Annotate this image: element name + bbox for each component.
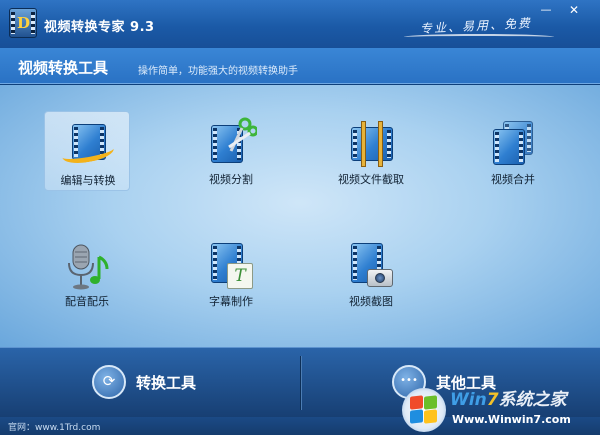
tool-edit-convert[interactable]: 编辑与转换 [44,111,130,191]
windows-logo-icon [402,388,446,432]
tool-label: 视频分割 [209,173,253,186]
tab-convert-tools[interactable]: ⟳ 转换工具 [92,362,252,404]
tool-grid: 编辑与转换 视频分割 视频文件截取 视频合并 配音配乐 T 字幕制作 视频截图 [0,85,600,347]
camera-film-icon [349,243,393,287]
close-button[interactable]: ✕ [566,3,582,17]
tool-label: 字幕制作 [209,295,253,308]
app-logo-letter: D [17,14,31,32]
tool-label: 视频合并 [491,173,535,186]
subtitle-icon: T [209,243,253,289]
website-link[interactable]: 官网：www.1Trd.com [8,420,100,433]
section-title: 视频转换工具 [18,59,109,77]
section-header: 视频转换工具 操作简单，功能强大的视频转换助手 [0,48,600,84]
app-title: 视频转换专家 9.3 [44,20,155,35]
tool-dub-music[interactable]: 配音配乐 [44,233,130,313]
app-logo-icon: D [9,8,37,38]
tool-video-split[interactable]: 视频分割 [188,111,274,191]
tool-label: 配音配乐 [65,295,109,308]
tool-subtitle[interactable]: T 字幕制作 [188,233,274,313]
film-clip-icon [349,121,393,167]
tool-label: 编辑与转换 [60,174,116,187]
minimize-button[interactable]: — [538,3,554,17]
watermark-title: Win7系统之家 [450,390,567,410]
section-description: 操作简单，功能强大的视频转换助手 [138,66,298,77]
tool-label: 视频截图 [349,295,393,308]
tool-video-clip[interactable]: 视频文件截取 [328,111,414,191]
refresh-icon: ⟳ [92,365,126,399]
tab-divider [300,356,301,410]
tab-label: 转换工具 [136,374,197,392]
scissors-film-icon [209,117,257,165]
watermark-url: Www.Winwin7.com [452,413,571,426]
slogan-swoosh [404,34,554,40]
tool-label: 视频文件截取 [338,173,404,186]
tool-video-merge[interactable]: 视频合并 [470,111,556,191]
tool-screenshot[interactable]: 视频截图 [328,233,414,313]
film-merge-icon [491,121,535,165]
title-bar: D 视频转换专家 9.3 专业、易用、免费 — ✕ [0,0,600,48]
microphone-music-icon [65,243,109,290]
edit-convert-icon [60,122,116,167]
subtitle-t-glyph: T [234,266,246,286]
